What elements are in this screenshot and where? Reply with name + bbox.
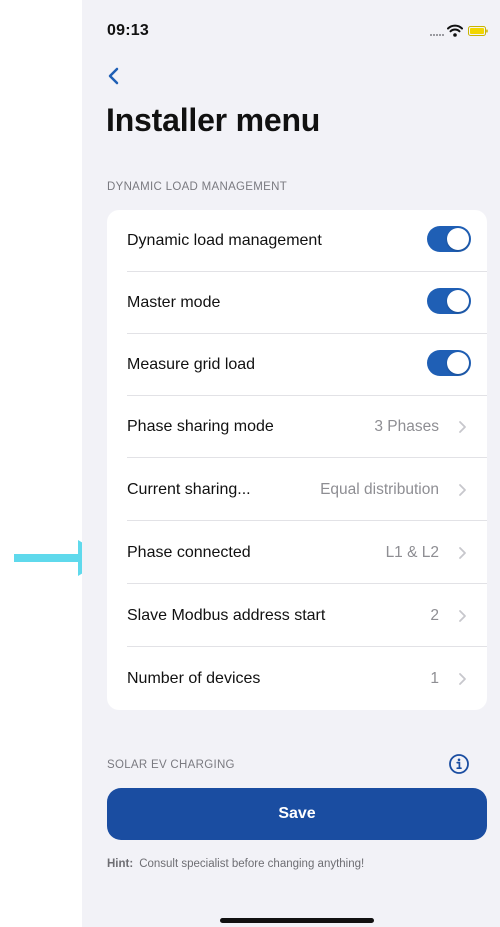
wifi-icon — [447, 24, 463, 37]
measure-grid-load-toggle[interactable] — [427, 350, 471, 376]
row-phase-sharing-mode[interactable]: Phase sharing mode 3 Phases — [107, 396, 487, 458]
hint-message: Consult specialist before changing anyth… — [139, 858, 365, 870]
hint-label: Hint: — [107, 858, 134, 870]
divider — [127, 583, 487, 584]
row-value: L1 & L2 — [385, 544, 439, 561]
row-label: Measure grid load — [127, 356, 256, 373]
back-chevron-icon[interactable] — [106, 66, 122, 86]
row-phase-connected[interactable]: Phase connected L1 & L2 — [107, 522, 487, 584]
dynamic-load-management-toggle[interactable] — [427, 226, 471, 252]
save-button[interactable]: Save — [107, 788, 487, 840]
chevron-right-icon — [459, 610, 466, 622]
row-value: Equal distribution — [320, 481, 439, 498]
divider — [127, 646, 487, 647]
chevron-right-icon — [459, 547, 466, 559]
chevron-right-icon — [459, 673, 466, 685]
row-label: Master mode — [127, 294, 221, 311]
row-value: 3 Phases — [374, 418, 439, 435]
settings-card: Dynamic load management Master mode Meas… — [107, 210, 487, 710]
master-mode-toggle[interactable] — [427, 288, 471, 314]
row-label: Slave Modbus address start — [127, 607, 326, 624]
battery-icon — [468, 26, 488, 36]
home-indicator — [220, 918, 374, 923]
toggle-knob — [447, 228, 469, 250]
row-value: 2 — [430, 607, 439, 624]
section-header-solar-ev-charging: SOLAR EV CHARGING — [107, 759, 235, 771]
phone-screen: 09:13 Installer menu DYNAMIC LOAD MANAGE… — [82, 0, 500, 927]
divider — [127, 520, 487, 521]
row-measure-grid-load[interactable]: Measure grid load — [107, 334, 487, 396]
toggle-knob — [447, 352, 469, 374]
row-label: Dynamic load management — [127, 232, 322, 249]
row-slave-modbus-address-start[interactable]: Slave Modbus address start 2 — [107, 585, 487, 647]
row-number-of-devices[interactable]: Number of devices 1 — [107, 648, 487, 710]
chevron-right-icon — [459, 421, 466, 433]
section-header-dynamic-load-management: DYNAMIC LOAD MANAGEMENT — [107, 181, 288, 193]
divider — [127, 457, 487, 458]
row-master-mode[interactable]: Master mode — [107, 272, 487, 334]
page-title: Installer menu — [106, 102, 321, 138]
row-label: Phase sharing mode — [127, 418, 274, 435]
row-label: Phase connected — [127, 544, 251, 561]
row-label: Number of devices — [127, 670, 261, 687]
toggle-knob — [447, 290, 469, 312]
row-value: 1 — [430, 670, 439, 687]
row-label: Current sharing... — [127, 481, 251, 498]
row-current-sharing[interactable]: Current sharing... Equal distribution — [107, 459, 487, 521]
status-time: 09:13 — [107, 22, 149, 39]
signal-icon — [430, 34, 444, 36]
status-icons — [430, 24, 490, 38]
hint-text: Hint: Consult specialist before changing … — [107, 858, 364, 870]
status-bar: 09:13 — [82, 0, 500, 56]
info-icon[interactable] — [448, 753, 470, 775]
chevron-right-icon — [459, 484, 466, 496]
row-dynamic-load-management[interactable]: Dynamic load management — [107, 210, 487, 272]
